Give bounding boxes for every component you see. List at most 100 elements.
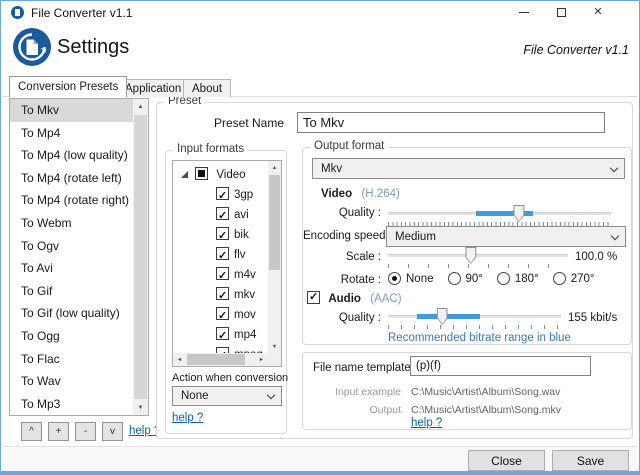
chevron-down-icon <box>610 163 618 171</box>
app-version-label: File Converter v1.1 <box>523 43 629 57</box>
scroll-down-icon[interactable]: ▼ <box>268 340 281 353</box>
tab-about[interactable]: About <box>183 79 231 97</box>
checkbox-checked-icon[interactable] <box>216 267 229 280</box>
chevron-down-icon <box>611 231 619 239</box>
video-section-header: Video (H.264) <box>321 186 400 200</box>
scale-value: 100.0 % <box>575 251 617 263</box>
file-name-template-input[interactable] <box>410 356 591 376</box>
scroll-up-icon[interactable]: ▲ <box>268 161 281 174</box>
tree-item[interactable]: mpeg <box>173 344 268 353</box>
file-name-template-label: File name template <box>313 362 411 374</box>
preset-list-item[interactable]: To Gif (low quality) <box>10 302 133 325</box>
slider-thumb[interactable] <box>465 247 476 264</box>
preset-name-input[interactable] <box>297 112 605 133</box>
checkbox-checked-icon[interactable] <box>216 187 229 200</box>
preset-list-item[interactable]: To Flac <box>10 348 133 371</box>
page-title: Settings <box>57 36 129 59</box>
preset-list-item[interactable]: To Ogg <box>10 325 133 348</box>
output-example-value: C:\Music\Artist\Album\Song.mkv <box>411 404 561 416</box>
preset-group: Preset Preset Name Input formats Video 3… <box>156 102 633 439</box>
scroll-left-icon[interactable]: ◄ <box>173 353 186 366</box>
remove-preset-button[interactable]: - <box>75 422 96 441</box>
tree-item[interactable]: mp4 <box>173 324 268 344</box>
scale-label: Scale : <box>303 251 381 263</box>
slider-track <box>388 254 568 257</box>
preset-list-item[interactable]: To Wav <box>10 370 133 393</box>
tab-conversion-presets[interactable]: Conversion Presets <box>9 76 127 97</box>
input-formats-tree: Video 3gp avi bik flv m4v mkv mov mp4 mp… <box>172 160 282 367</box>
rotate-270-radio[interactable] <box>553 272 566 285</box>
save-button[interactable]: Save <box>552 450 629 471</box>
scrollbar-thumb[interactable] <box>187 354 245 365</box>
slider-thumb[interactable] <box>513 205 524 222</box>
scale-slider[interactable] <box>388 246 568 264</box>
tree-item[interactable]: mov <box>173 304 268 324</box>
tree-vertical-scrollbar[interactable]: ▲ ▼ <box>268 161 281 353</box>
encoding-speed-select[interactable]: Medium <box>386 226 626 247</box>
checkbox-checked-icon[interactable] <box>216 307 229 320</box>
preset-list-item[interactable]: To Webm <box>10 212 133 235</box>
scrollbar-thumb[interactable] <box>269 175 280 270</box>
move-preset-down-button[interactable]: v <box>102 422 123 441</box>
scroll-down-icon[interactable]: ▼ <box>133 400 148 415</box>
tree-horizontal-scrollbar[interactable]: ◄ ► <box>173 353 268 366</box>
file-name-template-help-link[interactable]: help ? <box>411 417 442 429</box>
title-bar: File Converter v1.1 ✕ <box>1 1 639 24</box>
checkbox-checked-icon[interactable] <box>216 287 229 300</box>
slider-ticks <box>388 325 561 329</box>
move-preset-up-button[interactable]: ^ <box>21 422 42 441</box>
preset-list-item[interactable]: To Mp4 (rotate right) <box>10 189 133 212</box>
rotate-radio-group: None 90° 180° 270° <box>388 272 594 285</box>
audio-quality-value: 155 kbit/s <box>568 312 617 324</box>
scroll-right-icon[interactable]: ► <box>255 353 268 366</box>
action-select[interactable]: None <box>172 386 282 406</box>
audio-section-header: Audio (AAC) <box>307 291 402 305</box>
add-preset-button[interactable]: + <box>48 422 69 441</box>
close-window-button[interactable]: ✕ <box>583 1 613 23</box>
rotate-90-radio[interactable] <box>448 272 461 285</box>
maximize-button[interactable] <box>546 1 576 23</box>
checkbox-checked-icon[interactable] <box>216 247 229 260</box>
preset-list-item[interactable]: To Mp4 <box>10 122 133 145</box>
tree-item[interactable]: avi <box>173 204 268 224</box>
close-button[interactable]: Close <box>468 450 545 471</box>
chevron-down-icon <box>267 391 275 399</box>
tree-item[interactable]: flv <box>173 244 268 264</box>
preset-list-item[interactable]: To Mp3 <box>10 393 133 415</box>
preset-list-item[interactable]: To Ogv <box>10 235 133 258</box>
preset-list-item[interactable]: To Mp4 (low quality) <box>10 144 133 167</box>
checkbox-checked-icon[interactable] <box>216 327 229 340</box>
preset-list-item[interactable]: To Avi <box>10 257 133 280</box>
audio-enabled-checkbox[interactable] <box>307 291 320 304</box>
action-when-conversion-label: Action when conversion <box>172 372 288 384</box>
preset-list-scrollbar[interactable]: ▲ ▼ <box>133 99 148 415</box>
video-codec-label: (H.264) <box>361 188 399 200</box>
input-formats-help-link[interactable]: help ? <box>172 412 203 424</box>
video-quality-slider[interactable] <box>388 204 611 222</box>
preset-list-item[interactable]: To Gif <box>10 280 133 303</box>
file-name-template-group: File name template Input example C:\Musi… <box>302 352 632 430</box>
scrollbar-corner <box>268 353 281 366</box>
tree-item[interactable]: mkv <box>173 284 268 304</box>
tree-item-video[interactable]: Video <box>173 164 268 184</box>
tree-expander-icon[interactable] <box>181 171 188 178</box>
bitrate-note: Recommended bitrate range in blue <box>388 332 571 344</box>
scrollbar-thumb[interactable] <box>134 115 147 399</box>
audio-quality-slider[interactable] <box>388 307 561 325</box>
rotate-label: Rotate : <box>303 274 381 286</box>
audio-codec-label: (AAC) <box>370 293 401 305</box>
rotate-180-radio[interactable] <box>497 272 510 285</box>
tree-item[interactable]: 3gp <box>173 184 268 204</box>
checkbox-partial-icon[interactable] <box>195 167 208 180</box>
tree-item[interactable]: m4v <box>173 264 268 284</box>
preset-list-item-selected[interactable]: To Mkv <box>10 99 133 122</box>
scroll-up-icon[interactable]: ▲ <box>133 99 148 114</box>
rotate-none-radio[interactable] <box>388 272 401 285</box>
minimize-button[interactable] <box>509 1 539 23</box>
checkbox-checked-icon[interactable] <box>216 227 229 240</box>
slider-thumb[interactable] <box>437 308 448 325</box>
checkbox-checked-icon[interactable] <box>216 207 229 220</box>
tree-item[interactable]: bik <box>173 224 268 244</box>
preset-list-item[interactable]: To Mp4 (rotate left) <box>10 167 133 190</box>
output-container-select[interactable]: Mkv <box>312 158 625 179</box>
